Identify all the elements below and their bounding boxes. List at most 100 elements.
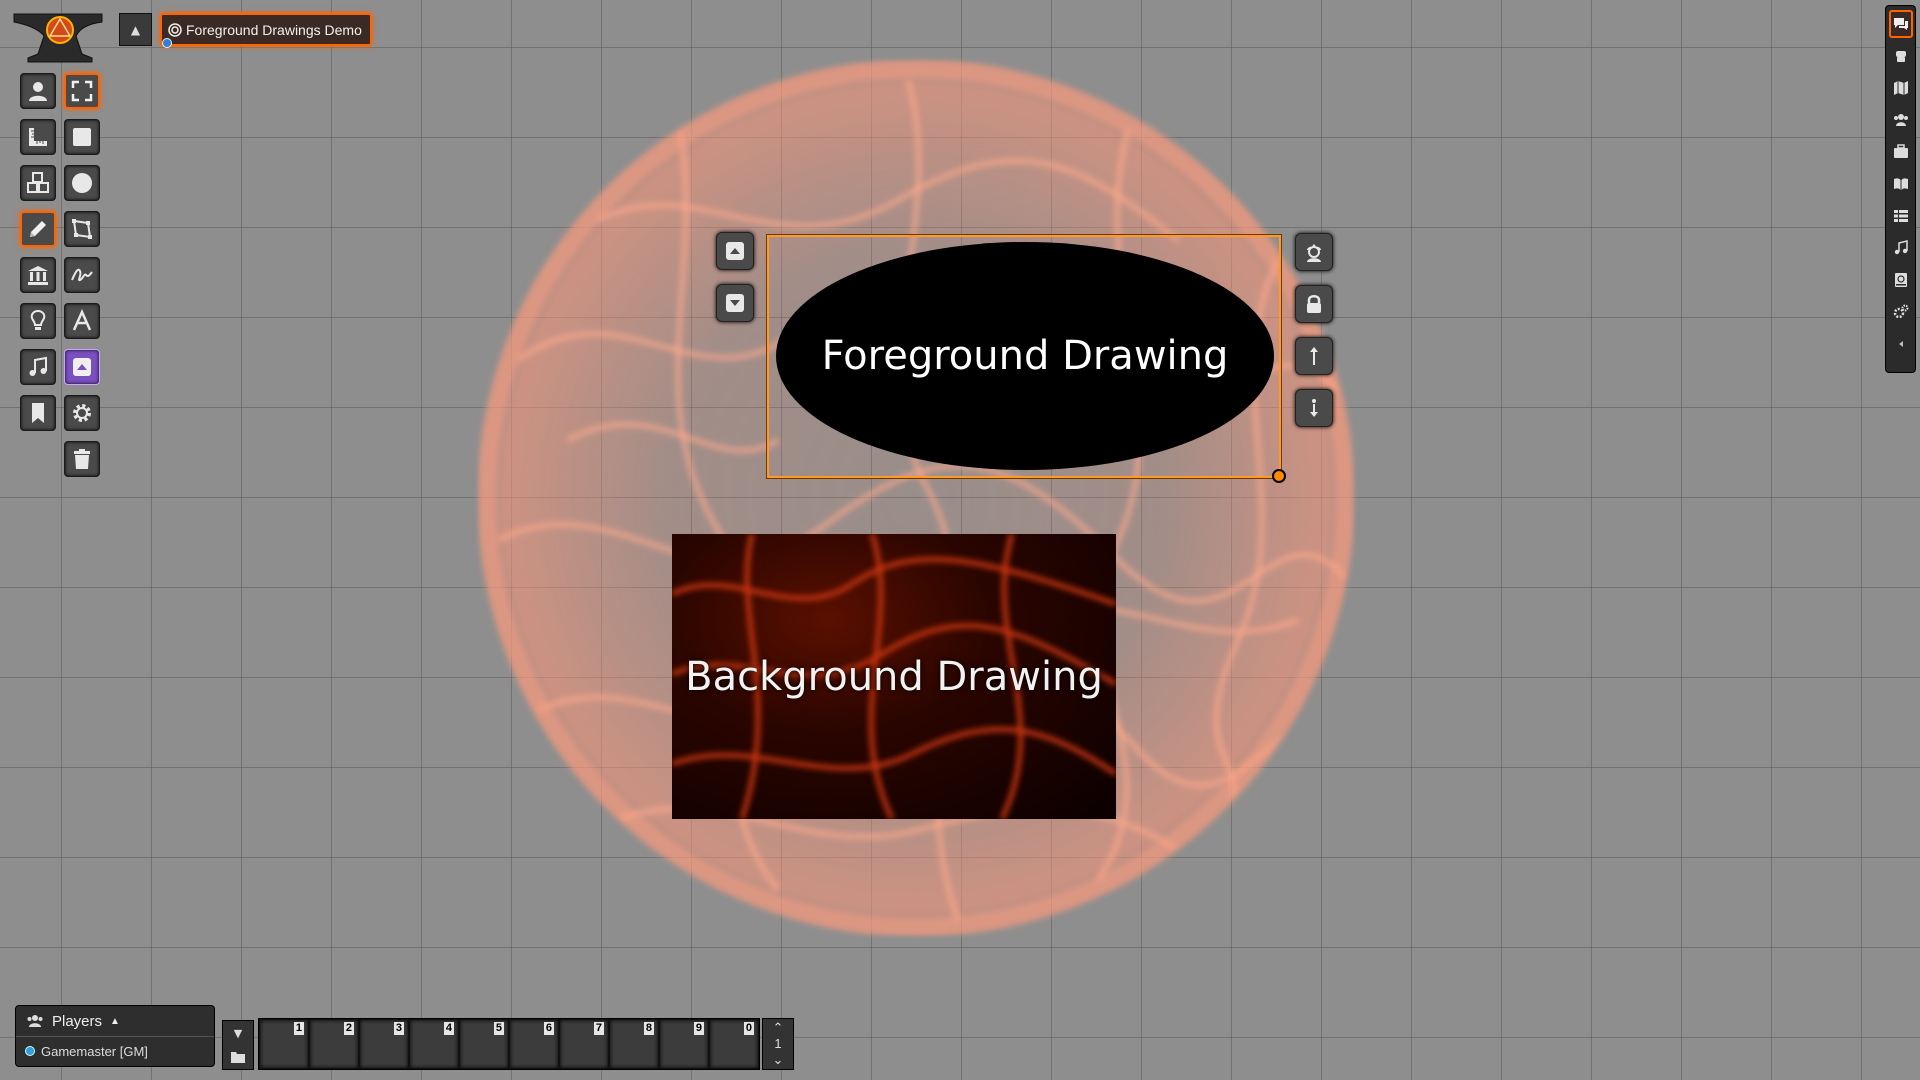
slot-key: 6 bbox=[543, 1022, 554, 1035]
raise-elevation-button[interactable] bbox=[1295, 337, 1333, 375]
caret-up-icon: ▲ bbox=[130, 22, 141, 37]
landmark-icon bbox=[28, 266, 48, 285]
caret-square-up-icon bbox=[73, 358, 91, 376]
hotbar-directory-controls: ▼ bbox=[222, 1020, 254, 1070]
macro-slot[interactable]: 1 bbox=[259, 1019, 309, 1069]
caret-square-up-icon bbox=[726, 242, 744, 260]
rectangle-tool[interactable] bbox=[64, 119, 100, 155]
bookmark-icon bbox=[32, 403, 44, 423]
tab-chat[interactable] bbox=[1888, 10, 1913, 38]
player-item: Gamemaster [GM] bbox=[16, 1037, 214, 1065]
token-controls[interactable] bbox=[20, 73, 56, 109]
polygon-tool[interactable] bbox=[64, 211, 100, 247]
ellipse-tool[interactable] bbox=[64, 165, 100, 201]
freehand-tool[interactable] bbox=[64, 257, 100, 293]
tile-controls[interactable] bbox=[20, 165, 56, 201]
trash-icon bbox=[74, 449, 90, 469]
measurement-controls[interactable] bbox=[20, 119, 56, 155]
caret-square-down-icon bbox=[726, 294, 744, 312]
wall-controls[interactable] bbox=[20, 257, 56, 293]
user-secret-icon bbox=[1307, 244, 1321, 262]
font-icon bbox=[72, 309, 92, 331]
suitcase-icon bbox=[1893, 144, 1908, 158]
user-indicator-dot bbox=[162, 38, 172, 48]
chevron-down-icon[interactable]: ⌄ bbox=[773, 1053, 784, 1067]
chevron-up-icon: ▲ bbox=[110, 1015, 120, 1027]
macro-slot[interactable]: 6 bbox=[509, 1019, 559, 1069]
chevron-up-icon[interactable]: ⌃ bbox=[773, 1021, 784, 1035]
slot-key: 4 bbox=[443, 1022, 454, 1035]
folder-icon[interactable] bbox=[231, 1051, 245, 1064]
foundry-logo[interactable] bbox=[10, 8, 108, 64]
players-header[interactable]: Players ▲ bbox=[16, 1006, 214, 1037]
cogs-icon bbox=[1893, 304, 1908, 319]
tab-actors[interactable] bbox=[1889, 106, 1913, 134]
macro-slot[interactable]: 9 bbox=[659, 1019, 709, 1069]
circle-icon bbox=[72, 173, 92, 193]
tab-compendium[interactable] bbox=[1889, 266, 1913, 294]
scene-name: Foreground Drawings Demo bbox=[186, 21, 362, 38]
text-tool[interactable] bbox=[64, 303, 100, 339]
lighting-controls[interactable] bbox=[20, 303, 56, 339]
scene-navigation-toggle[interactable]: ▲ bbox=[119, 13, 152, 46]
background-drawing[interactable]: Background Drawing bbox=[672, 534, 1116, 819]
scene-tab-active[interactable]: Foreground Drawings Demo bbox=[160, 13, 372, 46]
tab-items[interactable] bbox=[1889, 138, 1913, 166]
lower-elevation-button[interactable] bbox=[1295, 389, 1333, 427]
slot-key: 8 bbox=[643, 1022, 654, 1035]
users-icon bbox=[27, 1015, 43, 1027]
sidebar-tabs bbox=[1885, 5, 1916, 373]
slot-key: 3 bbox=[393, 1022, 404, 1035]
resize-handle[interactable] bbox=[1272, 469, 1286, 483]
bullseye-icon bbox=[168, 22, 182, 37]
fist-icon bbox=[1895, 51, 1906, 62]
slot-key: 0 bbox=[743, 1022, 754, 1035]
sound-controls[interactable] bbox=[20, 349, 56, 385]
users-icon bbox=[1893, 114, 1908, 126]
macro-slot[interactable]: 0 bbox=[709, 1019, 759, 1069]
comments-icon bbox=[1893, 18, 1908, 30]
visibility-toggle[interactable] bbox=[1295, 233, 1333, 271]
ruler-icon bbox=[29, 128, 47, 146]
pencil-icon bbox=[30, 221, 46, 237]
background-drawing-text: Background Drawing bbox=[685, 653, 1103, 700]
notes-controls[interactable] bbox=[20, 395, 56, 431]
players-list: Players ▲ Gamemaster [GM] bbox=[15, 1005, 215, 1067]
macro-slot[interactable]: 3 bbox=[359, 1019, 409, 1069]
macro-slot[interactable]: 7 bbox=[559, 1019, 609, 1069]
select-tool[interactable] bbox=[64, 73, 100, 109]
cog-icon bbox=[73, 404, 91, 422]
expand-icon bbox=[71, 80, 93, 102]
caret-down-icon[interactable]: ▼ bbox=[234, 1027, 242, 1040]
macro-slot[interactable]: 4 bbox=[409, 1019, 459, 1069]
slot-key: 9 bbox=[693, 1022, 704, 1035]
bring-to-front-button[interactable] bbox=[716, 232, 754, 270]
lock-toggle[interactable] bbox=[1295, 285, 1333, 323]
slot-key: 7 bbox=[593, 1022, 604, 1035]
clear-tool[interactable] bbox=[64, 441, 100, 477]
tab-tables[interactable] bbox=[1889, 202, 1913, 230]
tab-settings[interactable] bbox=[1889, 298, 1913, 326]
foreground-toggle[interactable] bbox=[64, 349, 100, 385]
tab-journal[interactable] bbox=[1889, 170, 1913, 198]
macro-slot[interactable]: 8 bbox=[609, 1019, 659, 1069]
tab-collapse[interactable] bbox=[1889, 330, 1913, 358]
caret-left-icon bbox=[1898, 341, 1903, 347]
draw-polygon-icon bbox=[72, 219, 92, 239]
arrow-down-icon bbox=[1310, 399, 1318, 417]
cubes-icon bbox=[27, 172, 49, 193]
configure-tool[interactable] bbox=[64, 395, 100, 431]
music-icon bbox=[29, 356, 47, 376]
tab-combat[interactable] bbox=[1889, 42, 1913, 70]
foreground-drawing[interactable]: Foreground Drawing bbox=[776, 242, 1274, 470]
lightbulb-icon bbox=[30, 309, 46, 330]
players-title: Players bbox=[52, 1012, 103, 1030]
tab-scenes[interactable] bbox=[1889, 74, 1913, 102]
signature-icon bbox=[71, 268, 93, 282]
tab-playlists[interactable] bbox=[1889, 234, 1913, 262]
drawing-controls[interactable] bbox=[20, 211, 56, 247]
macro-slot[interactable]: 5 bbox=[459, 1019, 509, 1069]
user-icon bbox=[29, 82, 47, 101]
send-to-back-button[interactable] bbox=[716, 284, 754, 322]
macro-slot[interactable]: 2 bbox=[309, 1019, 359, 1069]
